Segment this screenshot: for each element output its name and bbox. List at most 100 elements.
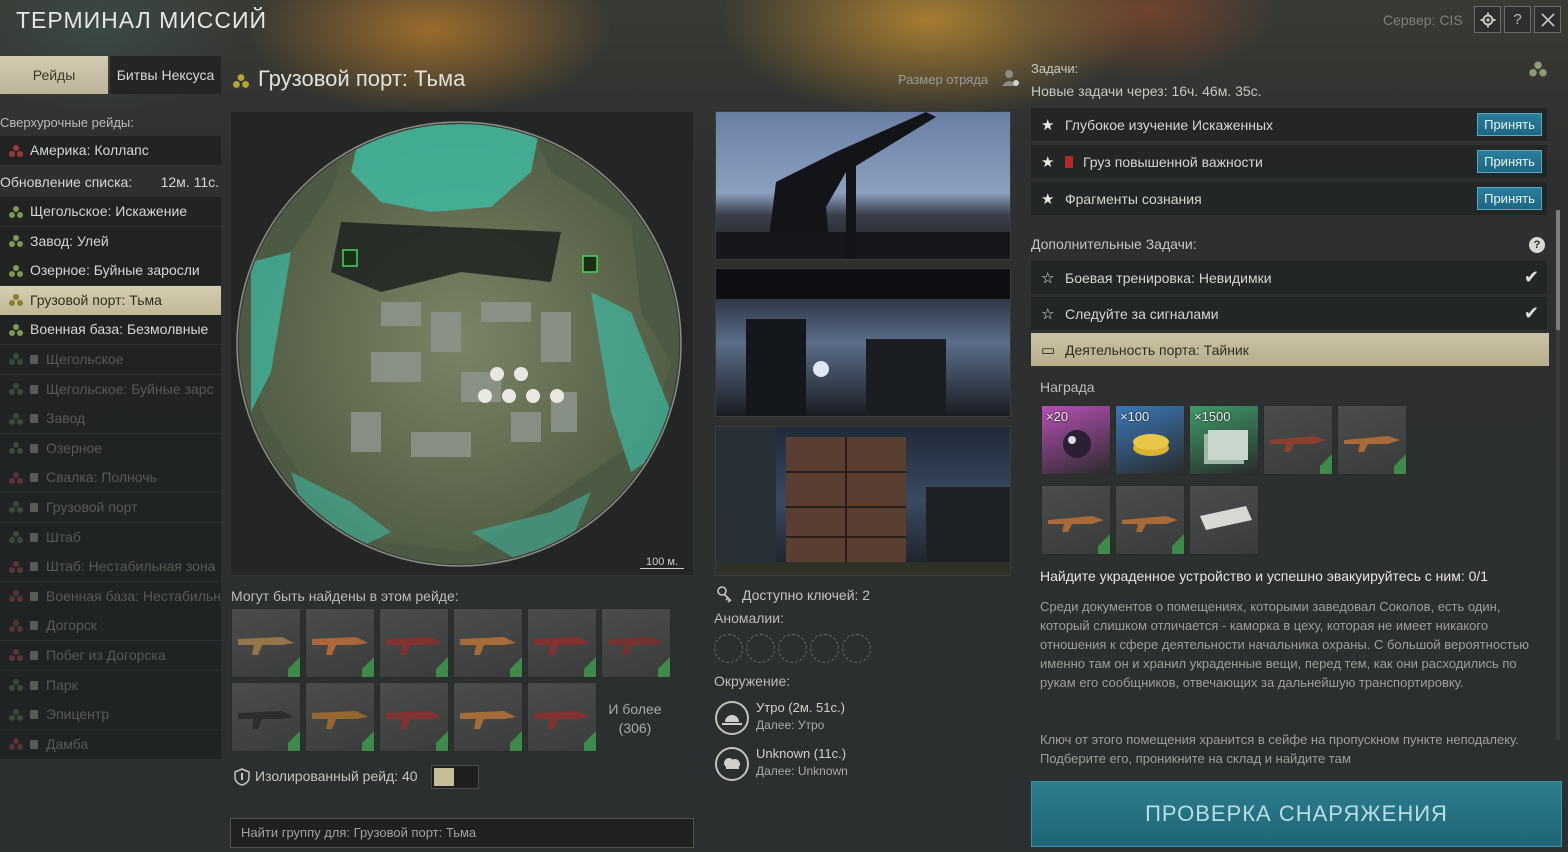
anomaly-target-icon[interactable] [810,634,839,663]
containers-image [716,427,1010,575]
squad-icon[interactable] [1000,68,1020,88]
reward-slot[interactable] [1041,485,1111,555]
raid-item[interactable]: Завод: Улей [0,226,221,256]
found-item-slot[interactable] [453,682,523,752]
task-row[interactable]: ★ Груз повышенной важности Принять [1031,145,1547,178]
raid-item[interactable]: Парк [0,670,221,700]
raid-photo[interactable] [715,426,1011,576]
task-label: Боевая тренировка: Невидимки [1065,269,1272,286]
biohazard-icon [9,323,23,336]
task-label: Глубокое изучение Искаженных [1065,116,1274,133]
tab-nexus-battles[interactable]: Битвы Нексуса [110,56,221,94]
found-item-slot[interactable] [305,608,375,678]
reward-slot[interactable] [1189,485,1259,555]
found-item-slot[interactable] [305,682,375,752]
raid-photo[interactable] [715,268,1011,417]
scrollbar-thumb[interactable] [1556,210,1560,330]
raid-item[interactable]: Щегольское [0,344,221,374]
red-badge-icon [1065,155,1073,168]
raid-item[interactable]: Озерное: Буйные заросли [0,256,221,286]
raid-item-label: Завод [46,410,86,427]
find-group-field[interactable]: Найти группу для: Грузовой порт: Тьма [230,818,694,848]
close-button[interactable] [1534,6,1561,33]
raid-item-label: Парк [46,676,78,693]
lock-icon [30,562,38,572]
raid-item[interactable]: Эпицентр [0,700,221,730]
found-item-slot[interactable] [453,608,523,678]
found-item-slot[interactable] [231,682,301,752]
found-item-slot[interactable] [379,608,449,678]
weapon-icon [534,637,596,677]
raid-photo[interactable] [715,111,1011,260]
tab-raids[interactable]: Рейды [0,56,108,94]
found-item-slot[interactable] [527,608,597,678]
weapon-icon [312,711,374,751]
found-item-slot[interactable] [231,608,301,678]
reward-slot[interactable] [1263,405,1333,475]
raid-item[interactable]: Грузовой порт [0,492,221,522]
found-item-slot[interactable] [379,682,449,752]
settings-button[interactable] [1474,6,1501,33]
anomaly-lightning-icon[interactable] [778,634,807,663]
task-objective: Найдите украденное устройство и успешно … [1040,568,1489,584]
raid-item-label: Щегольское: Буйные зарс [46,380,214,397]
raid-item[interactable]: Щегольское: Искажение [0,197,221,226]
accept-button[interactable]: Принять [1477,150,1542,173]
gear-check-button[interactable]: ПРОВЕРКА СНАРЯЖЕНИЯ [1031,781,1562,847]
reward-slot[interactable] [1337,405,1407,475]
raid-item[interactable]: Дамба [0,729,221,759]
raid-item-special[interactable]: Америка: Коллапс [0,136,221,165]
star-icon: ★ [1041,116,1055,134]
raid-item-label: Штаб [46,528,81,545]
biohazard-icon [1529,61,1547,77]
reward-slot[interactable] [1115,485,1185,555]
star-icon: ★ [1041,190,1055,208]
anomaly-face-icon[interactable] [714,634,743,663]
found-item-slot[interactable] [601,608,671,678]
accept-button[interactable]: Принять [1477,187,1542,210]
raid-item-label: Озерное: Буйные заросли [30,262,200,279]
biohazard-icon [9,471,23,484]
raid-item[interactable]: Военная база: Безмолвные [0,315,221,345]
task-row[interactable]: ★ Глубокое изучение Искаженных Принять [1031,108,1547,141]
raid-item[interactable]: Озерное [0,433,221,463]
isolated-raid-toggle[interactable] [431,765,479,789]
reward-slot[interactable]: ×100 [1115,405,1185,475]
biohazard-icon [9,353,23,366]
env-current: Утро (2м. 51с.) [756,700,845,715]
help-icon[interactable]: ? [1529,237,1545,253]
lock-icon [30,621,38,631]
reward-slot[interactable]: ×1500 [1189,405,1259,475]
raid-item[interactable]: Грузовой порт: Тьма [0,285,221,315]
raid-item[interactable]: Щегольское: Буйные зарс [0,374,221,404]
anomaly-vortex-icon[interactable] [746,634,775,663]
raid-item[interactable]: Штаб: Нестабильная зона [0,552,221,582]
raid-map[interactable] [230,111,694,576]
lock-icon [30,502,38,512]
raid-item[interactable]: Свалка: Полночь [0,463,221,493]
reward-slot[interactable]: ×20 [1041,405,1111,475]
anomaly-burst-icon[interactable] [842,634,871,663]
more-items-count: (306) [618,720,652,736]
task-label: Фрагменты сознания [1065,190,1202,207]
additional-task-row[interactable]: ▭ Деятельность порта: Тайник [1031,333,1549,366]
additional-task-row[interactable]: ☆ Боевая тренировка: Невидимки ✔ [1031,261,1547,294]
raid-item[interactable]: Завод [0,404,221,434]
weapon-icon [386,711,448,751]
found-item-slot[interactable] [527,682,597,752]
raid-item[interactable]: Штаб [0,522,221,552]
exit-marker-icon [342,249,358,267]
more-items-label: И более (306) [600,700,670,738]
help-button[interactable]: ? [1504,6,1531,33]
raid-item[interactable]: Догорск [0,611,221,641]
raid-item-label: Щегольское: Искажение [30,203,188,219]
task-row[interactable]: ★ Фрагменты сознания Принять [1031,182,1547,215]
raid-item[interactable]: Побег из Догорска [0,640,221,670]
environment-label: Окружение: [714,673,791,689]
isolated-raid-label: Изолированный рейд: 40 [255,768,418,784]
additional-task-row[interactable]: ☆ Следуйте за сигналами ✔ [1031,297,1547,330]
toggle-knob [434,768,454,786]
raid-title: Грузовой порт: Тьма [258,66,466,91]
raid-item[interactable]: Военная база: Нестабильн [0,581,221,611]
accept-button[interactable]: Принять [1477,113,1542,136]
